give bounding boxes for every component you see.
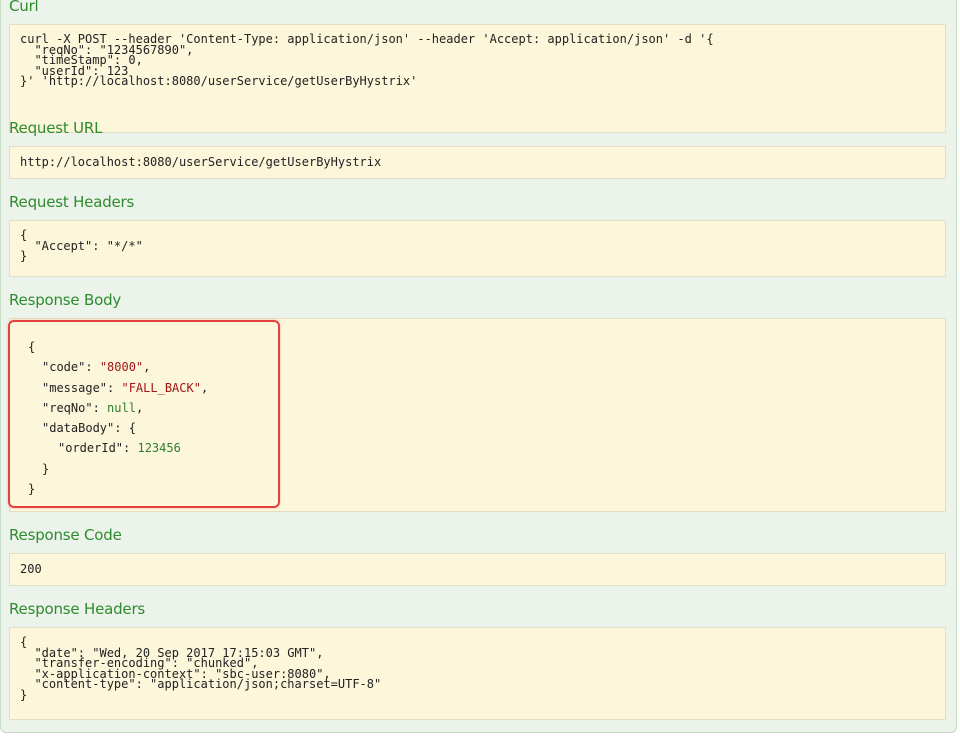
curl-code-block: curl -X POST --header 'Content-Type: app… bbox=[9, 24, 946, 133]
curl-line: "reqNo": "1234567890", bbox=[20, 42, 194, 57]
curl-heading: Curl bbox=[9, 0, 39, 15]
request-url-heading: Request URL bbox=[9, 119, 103, 137]
response-code-block: 200 bbox=[9, 553, 946, 586]
response-body-highlight-box bbox=[8, 320, 280, 508]
response-headers-block: { "date": "Wed, 20 Sep 2017 17:15:03 GMT… bbox=[9, 627, 946, 720]
request-header-line: { bbox=[20, 228, 28, 242]
response-body-heading: Response Body bbox=[9, 291, 122, 309]
response-headers-heading: Response Headers bbox=[9, 600, 146, 618]
request-headers-heading: Request Headers bbox=[9, 193, 135, 211]
request-headers-block: { "Accept": "*/*"} bbox=[9, 220, 946, 277]
request-header-line: } bbox=[20, 249, 28, 263]
request-url-value: http://localhost:8080/userService/getUse… bbox=[20, 155, 382, 169]
curl-line: }' 'http://localhost:8080/userService/ge… bbox=[20, 74, 418, 88]
curl-line: "timeStamp": 0, bbox=[20, 53, 143, 67]
request-url-block: http://localhost:8080/userService/getUse… bbox=[9, 146, 946, 179]
response-code-heading: Response Code bbox=[9, 526, 122, 544]
response-header-line: } bbox=[20, 687, 28, 702]
response-code-value: 200 bbox=[20, 562, 42, 576]
response-header-line: "content-type": "application/json;charse… bbox=[20, 677, 382, 691]
request-header-line: "Accept": "*/*" bbox=[20, 238, 143, 253]
